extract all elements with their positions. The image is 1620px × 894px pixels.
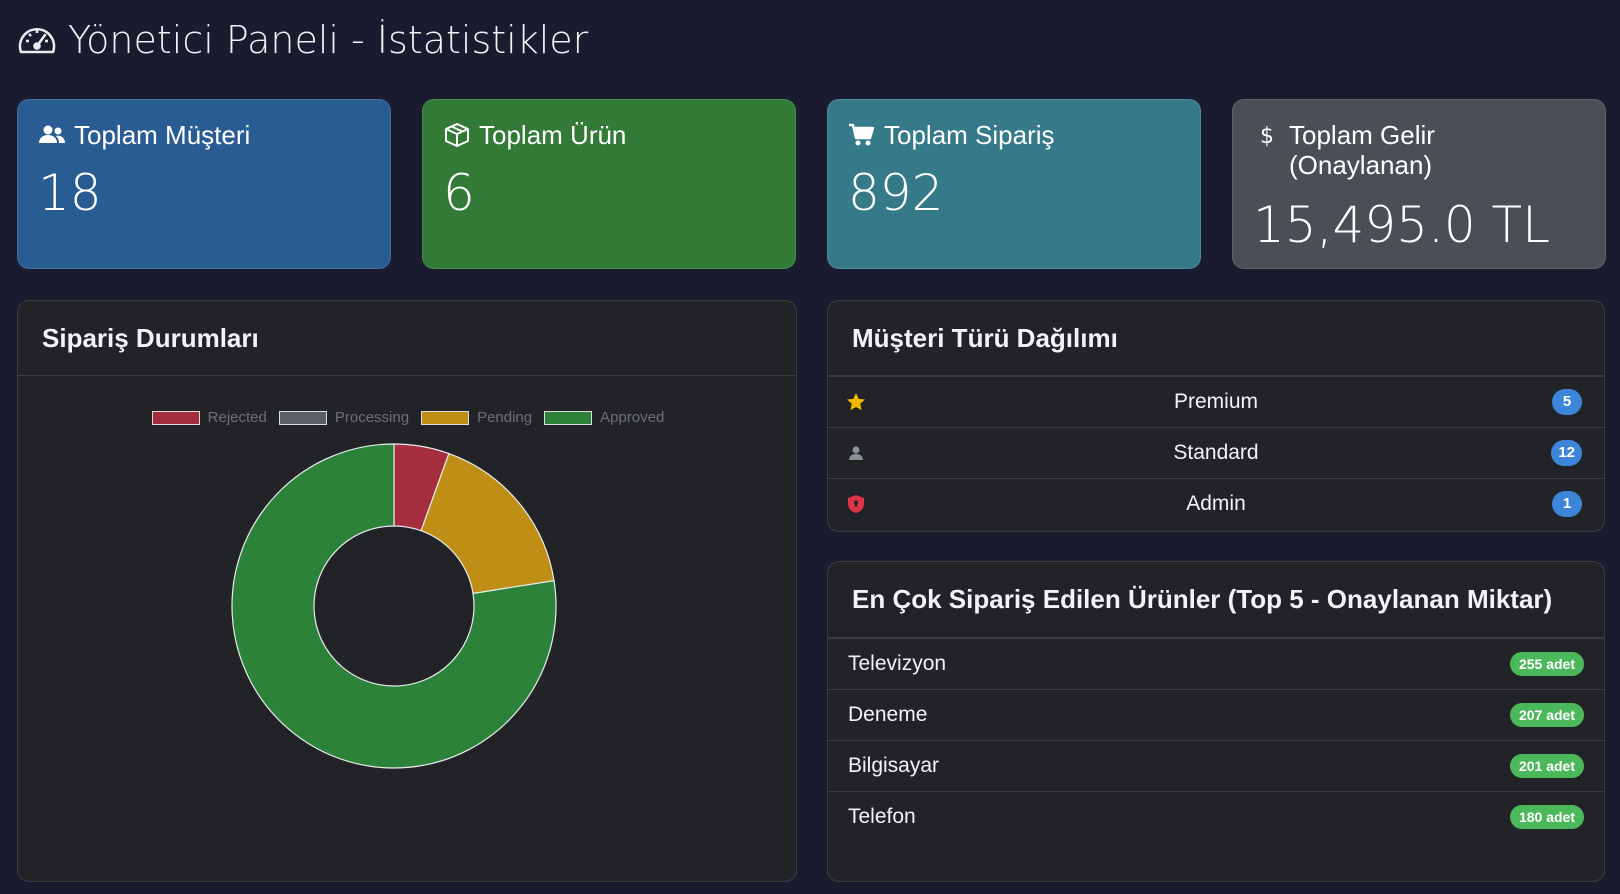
users-icon xyxy=(39,125,65,143)
count-badge: 12 xyxy=(1551,440,1582,466)
stat-label: Toplam Müşteri xyxy=(74,120,251,150)
stat-card-products: Toplam Ürün 6 xyxy=(422,99,796,269)
list-item: Telefon 180 adet xyxy=(828,791,1604,842)
product-name: Telefon xyxy=(848,805,916,828)
donut-slice-pending[interactable] xyxy=(420,452,555,595)
stat-value: 18 xyxy=(38,164,102,222)
list-item: Deneme 207 adet xyxy=(828,689,1604,740)
customer-type-card: Müşteri Türü Dağılımı Premium 5 Standard… xyxy=(827,300,1605,532)
star-icon xyxy=(847,393,865,411)
quantity-badge: 255 adet xyxy=(1509,652,1584,676)
quantity-badge: 180 adet xyxy=(1509,805,1584,829)
stat-label: Toplam Sipariş xyxy=(884,120,1055,150)
stat-card-revenue: $ Toplam Gelir (Onaylanan) 15,495.0 TL xyxy=(1232,99,1606,269)
product-name: Deneme xyxy=(848,703,928,726)
card-title: Sipariş Durumları xyxy=(18,301,796,376)
top-products-card: En Çok Sipariş Edilen Ürünler (Top 5 - O… xyxy=(827,561,1605,882)
quantity-badge: 207 adet xyxy=(1509,703,1584,727)
stat-value: 15,495.0 TL xyxy=(1253,196,1550,254)
order-status-donut-chart xyxy=(231,443,557,769)
stat-value: 6 xyxy=(443,164,475,222)
dollar-icon: $ xyxy=(1260,124,1274,149)
box-icon xyxy=(445,123,469,147)
product-name: Bilgisayar xyxy=(848,754,940,777)
quantity-badge: 201 adet xyxy=(1509,754,1584,778)
stat-value: 892 xyxy=(848,164,944,222)
list-item: Televizyon 255 adet xyxy=(828,638,1604,689)
page-title: Yönetici Paneli - İstatistikler xyxy=(16,18,588,62)
speedometer-icon xyxy=(18,28,56,54)
stat-label: Toplam Ürün xyxy=(479,120,627,150)
list-item: Standard 12 xyxy=(828,427,1604,478)
list-item: Bilgisayar 201 adet xyxy=(828,740,1604,791)
list-item: Admin 1 xyxy=(828,478,1604,529)
order-status-card: Sipariş Durumları Rejected Processing Pend… xyxy=(17,300,797,882)
stat-card-orders: Toplam Sipariş 892 xyxy=(827,99,1201,269)
card-title: Müşteri Türü Dağılımı xyxy=(828,301,1604,376)
list-item-label: Admin xyxy=(1186,492,1246,515)
card-title: En Çok Sipariş Edilen Ürünler (Top 5 - O… xyxy=(828,562,1604,638)
product-name: Televizyon xyxy=(848,652,947,675)
page-title-text: Yönetici Paneli - İstatistikler xyxy=(68,18,589,62)
count-badge: 5 xyxy=(1552,389,1582,415)
shield-icon xyxy=(848,495,864,513)
stat-label: Toplam Gelir (Onaylanan) xyxy=(1289,120,1435,180)
list-item-label: Standard xyxy=(1173,441,1259,464)
list-item: Premium 5 xyxy=(828,376,1604,427)
svg-text:$: $ xyxy=(1260,124,1274,149)
list-item-label: Premium xyxy=(1173,390,1258,413)
stat-card-customers: Toplam Müşteri 18 xyxy=(17,99,391,269)
cart-icon xyxy=(849,123,875,146)
user-icon xyxy=(849,446,863,460)
count-badge: 1 xyxy=(1552,491,1582,517)
